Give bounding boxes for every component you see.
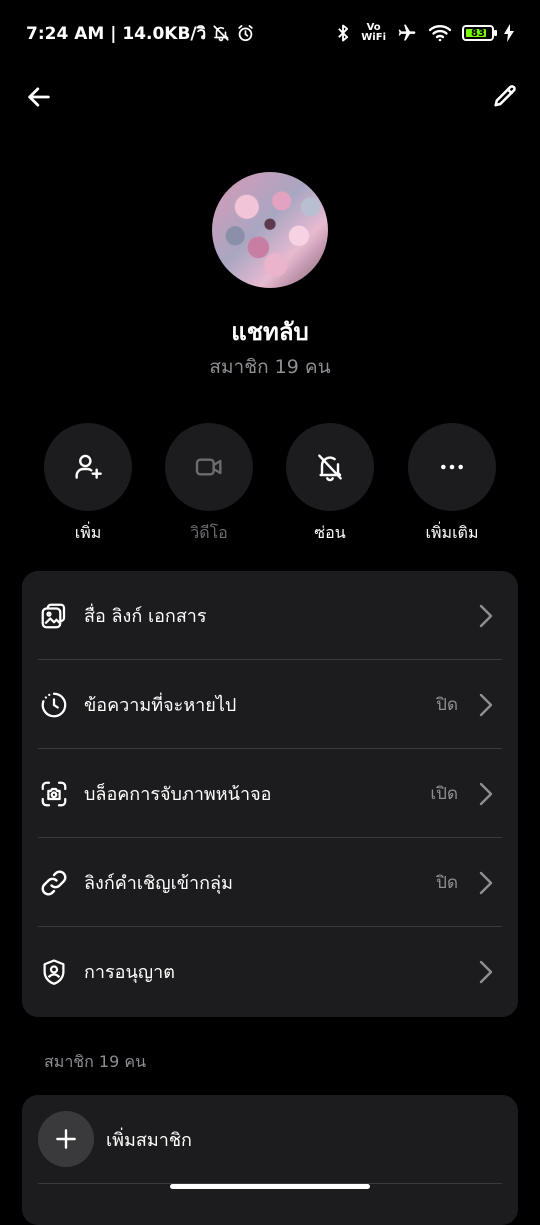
more-icon [441, 464, 463, 470]
add-member-label: เพิ่มสมาชิก [106, 1129, 192, 1151]
more-action[interactable]: เพิ่มเติม [402, 423, 502, 546]
chevron-right-icon [476, 691, 496, 719]
setting-block-screenshots[interactable]: บล็อคการจับภาพหน้าจอ เปิด [22, 749, 518, 838]
video-action-label: วิดีโอ [190, 523, 228, 542]
wifi-icon [428, 24, 452, 42]
status-bar: 7:24 AM | 14.0KB/วิ Vo WiFi 83 [0, 0, 540, 66]
battery-indicator: 83 [462, 25, 497, 41]
status-right: Vo WiFi 83 [335, 23, 514, 43]
mute-bell-icon [318, 454, 342, 482]
group-name: แชทลับ [231, 318, 309, 346]
screenshot-icon [38, 778, 70, 810]
airplane-icon [396, 23, 418, 43]
mute-action[interactable]: ซ่อน [280, 423, 380, 546]
group-avatar[interactable] [212, 172, 328, 288]
setting-value: ปิด [436, 873, 458, 893]
charging-icon [504, 24, 514, 42]
add-action-label: เพิ่ม [74, 523, 102, 542]
add-action[interactable]: เพิ่ม [38, 423, 138, 546]
add-member-button[interactable]: เพิ่มสมาชิก [22, 1095, 518, 1183]
back-arrow-icon [28, 87, 50, 107]
video-action[interactable]: วิดีโอ [159, 423, 259, 546]
chevron-right-icon [476, 602, 496, 630]
chevron-right-icon [476, 958, 496, 986]
action-buttons: เพิ่ม วิดีโอ ซ่อน เพิ่มเติม [0, 423, 540, 543]
status-left: 7:24 AM | 14.0KB/วิ [26, 20, 255, 47]
video-icon [195, 458, 222, 476]
status-time-info: 7:24 AM | 14.0KB/วิ [26, 23, 207, 44]
pencil-icon [494, 85, 516, 107]
setting-label: บล็อคการจับภาพหน้าจอ [84, 784, 272, 805]
setting-disappearing-messages[interactable]: ข้อความที่จะหายไป ปิด [22, 660, 518, 749]
settings-card: สื่อ ลิงก์ เอกสาร ข้อความที่จะหายไป ปิด … [22, 571, 518, 1017]
video-action-circle[interactable] [165, 423, 253, 511]
more-action-label: เพิ่มเติม [425, 523, 479, 542]
mute-notification-icon [212, 24, 230, 42]
vowifi-indicator: Vo WiFi [361, 23, 386, 43]
chevron-right-icon [476, 780, 496, 808]
add-person-icon [75, 454, 102, 479]
members-section-header: สมาชิก 19 คน [44, 1052, 147, 1071]
link-icon [38, 867, 70, 899]
vowifi-bottom-label: WiFi [361, 32, 386, 43]
shield-icon [38, 956, 70, 988]
add-action-circle[interactable] [44, 423, 132, 511]
mute-action-circle[interactable] [286, 423, 374, 511]
mute-action-label: ซ่อน [314, 523, 346, 542]
battery-level: 83 [471, 27, 485, 39]
setting-label: การอนุญาต [84, 962, 175, 983]
alarm-icon [236, 24, 255, 43]
setting-group-invite-link[interactable]: ลิงก์คำเชิญเข้ากลุ่ม ปิด [22, 838, 518, 927]
setting-value: ปิด [436, 695, 458, 715]
setting-media-links-docs[interactable]: สื่อ ลิงก์ เอกสาร [22, 571, 518, 660]
setting-permissions[interactable]: การอนุญาต [22, 927, 518, 1016]
chevron-right-icon [476, 869, 496, 897]
back-button[interactable] [22, 80, 56, 114]
members-card: เพิ่มสมาชิก [22, 1095, 518, 1225]
plus-icon [56, 1129, 76, 1149]
more-action-circle[interactable] [408, 423, 496, 511]
add-member-circle [38, 1111, 94, 1167]
bluetooth-icon [335, 23, 351, 43]
media-icon [38, 600, 70, 632]
home-indicator[interactable] [170, 1184, 370, 1189]
setting-label: ลิงก์คำเชิญเข้ากลุ่ม [84, 873, 233, 894]
group-member-count: สมาชิก 19 คน [209, 356, 331, 378]
setting-value: เปิด [430, 784, 458, 804]
timer-icon [38, 689, 70, 721]
edit-button[interactable] [488, 80, 522, 114]
setting-label: สื่อ ลิงก์ เอกสาร [84, 606, 207, 627]
setting-label: ข้อความที่จะหายไป [84, 695, 237, 716]
top-nav [0, 74, 540, 118]
